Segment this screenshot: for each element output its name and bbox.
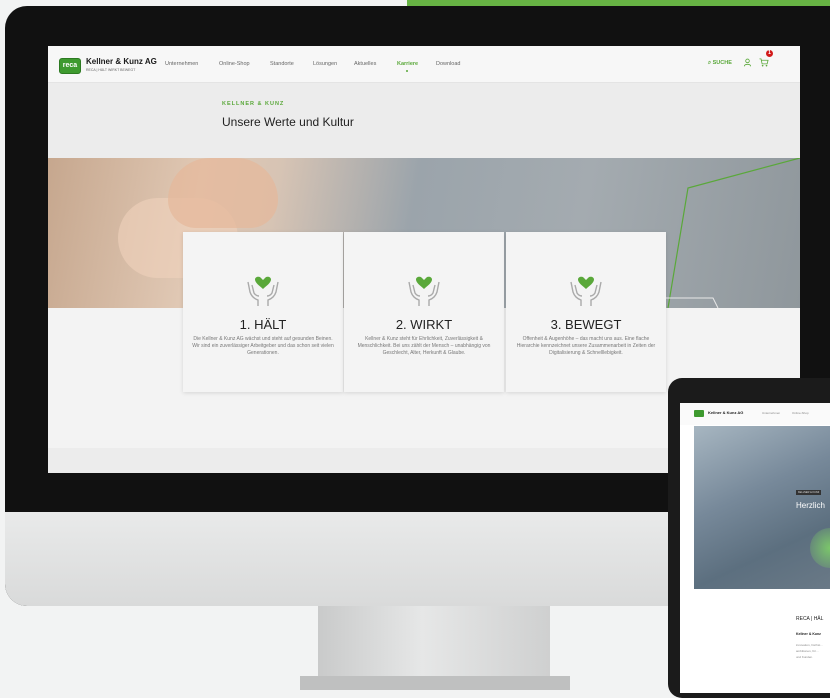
value-card-bewegt: 3. BEWEGT Offenheit & Augenhöhe – das ma… xyxy=(506,232,666,392)
value-text: Offenheit & Augenhöhe – das macht uns au… xyxy=(516,336,656,356)
tablet-hero-title: Herzlich xyxy=(796,501,825,510)
search-icon: ⌕ xyxy=(708,60,712,66)
tablet-navigation: Kellner & Kunz AG Unternehmen Online-Sho… xyxy=(680,403,830,425)
tablet-section-title: RECA | HÄL xyxy=(796,616,824,622)
imac-stand-base xyxy=(300,676,570,690)
cart-count-badge: 1 xyxy=(766,50,773,57)
user-icon[interactable] xyxy=(743,58,752,67)
value-card-wirkt: 2. WIRKT Kellner & Kunz steht für Ehrlic… xyxy=(344,232,504,392)
value-title: 1. HÄLT xyxy=(239,317,287,332)
nav-item-standorte[interactable]: Standorte xyxy=(270,61,294,67)
value-title: 3. BEWEGT xyxy=(550,317,622,332)
tablet-brand-name[interactable]: Kellner & Kunz AG xyxy=(708,410,743,415)
brand-name[interactable]: Kellner & Kunz AG xyxy=(86,57,157,66)
tablet-screen: Kellner & Kunz AG Unternehmen Online-Sho… xyxy=(680,403,830,693)
nav-item-download[interactable]: Download xyxy=(436,61,460,67)
page-title: Unsere Werte und Kultur xyxy=(222,115,354,129)
cart-icon[interactable] xyxy=(759,58,769,67)
heart-hands-icon xyxy=(247,276,279,306)
value-text: Kellner & Kunz steht für Ehrlichkeit, Zu… xyxy=(357,336,491,356)
section-eyebrow: KELLNER & KUNZ xyxy=(222,101,285,107)
search-label: SUCHE xyxy=(712,60,732,66)
heart-hands-icon xyxy=(570,276,602,306)
top-navigation: reca Kellner & Kunz AG RECA | HÄLT WIRKT… xyxy=(48,46,800,83)
tablet-nav-item-unternehmen[interactable]: Unternehmen xyxy=(762,411,780,415)
nav-item-karriere[interactable]: Karriere xyxy=(397,61,418,67)
tablet-text-line: ambitionen, für… xyxy=(796,649,819,653)
value-title: 2. WIRKT xyxy=(395,317,453,332)
tablet-hero-label: KELLNER & KUNZ xyxy=(796,490,822,495)
tablet-reca-logo[interactable] xyxy=(694,410,704,417)
reca-logo[interactable]: reca xyxy=(59,58,81,74)
value-card-haelt: 1. HÄLT Die Kellner & Kunz AG wächst und… xyxy=(183,232,343,392)
brand-tagline: RECA | HÄLT WIRKT BEWEGT xyxy=(86,68,136,72)
active-indicator xyxy=(406,70,408,72)
nav-item-unternehmen[interactable]: Unternehmen xyxy=(165,61,198,67)
tablet-section-subtitle: Kellner & Kunz xyxy=(796,632,821,636)
tablet-text-line: und Kunden. xyxy=(796,655,814,659)
tablet-nav-item-online-shop[interactable]: Online-Shop xyxy=(792,411,809,415)
nav-item-aktuelles[interactable]: Aktuelles xyxy=(354,61,376,67)
search-button[interactable]: ⌕ SUCHE xyxy=(708,60,732,67)
tablet-text-line: innovation, höchst… xyxy=(796,643,824,647)
nav-item-online-shop[interactable]: Online-Shop xyxy=(219,61,250,67)
nav-item-loesungen[interactable]: Lösungen xyxy=(313,61,337,67)
heart-hands-icon xyxy=(408,276,440,306)
value-text: Die Kellner & Kunz AG wächst und steht a… xyxy=(192,336,334,356)
